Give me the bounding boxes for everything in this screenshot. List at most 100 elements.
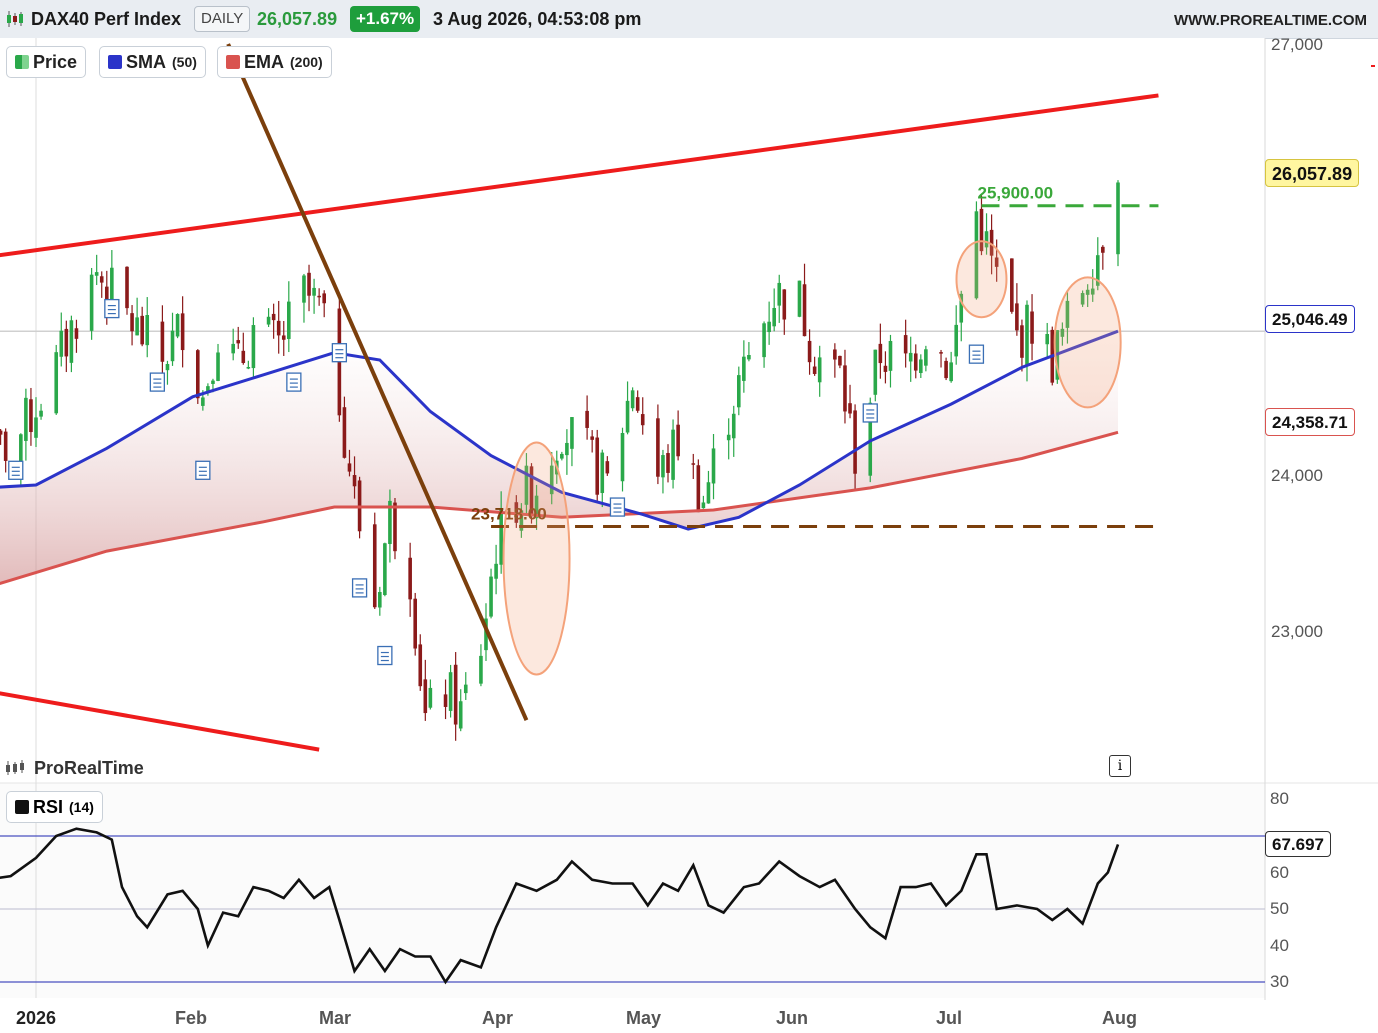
candle-body (271, 313, 276, 321)
news-icon (104, 298, 120, 319)
highlight-ellipse (1053, 276, 1122, 409)
legend-sma[interactable]: SMA (50) (99, 46, 206, 78)
legend-ema-param: (200) (290, 54, 323, 70)
candle-body (585, 410, 589, 428)
legend-rsi-label: RSI (33, 796, 64, 817)
rsi-tick: 30 (1270, 972, 1289, 991)
news-icon (862, 403, 878, 423)
news-icon (351, 578, 368, 598)
candle-body (656, 418, 660, 477)
candle-body (848, 403, 852, 414)
news-icon (195, 460, 211, 480)
candle-body (69, 320, 74, 363)
news-icon (286, 372, 302, 392)
candle-body (878, 343, 883, 364)
candle-body (458, 701, 463, 729)
candle-body (408, 557, 412, 600)
candle-body (236, 340, 241, 344)
legend-rsi-param: (14) (69, 799, 94, 815)
highlight-ellipse (502, 441, 571, 676)
candle-body (322, 293, 326, 304)
candle-body (605, 461, 610, 474)
candle-body (453, 664, 458, 725)
candle-body (347, 463, 352, 472)
candle-body (640, 414, 645, 426)
candle-body (802, 284, 807, 337)
news-icon (609, 497, 626, 517)
candle-body (1030, 311, 1034, 344)
candle-body (281, 335, 286, 340)
candle-body (246, 367, 251, 369)
candle-body (448, 672, 453, 711)
candle-body (170, 330, 175, 362)
candle-body (231, 343, 235, 354)
legend-price-label: Price (33, 51, 78, 72)
candle-body (666, 453, 670, 473)
candle-body (671, 429, 675, 480)
x-tick: Jun (776, 1008, 809, 1028)
candle-body (372, 524, 377, 608)
candle-body (731, 413, 736, 439)
candle-body (59, 330, 64, 357)
sma-value-label: 25,046.49 (1265, 305, 1355, 333)
candle-body (817, 357, 822, 383)
candle-body (3, 431, 8, 461)
y-tick: 24,000 (1271, 466, 1323, 485)
candle-body (635, 397, 640, 411)
price-chart[interactable]: 25,900.0023,718.00 (0, 0, 1378, 1033)
candle-body (489, 576, 493, 617)
candle-body (1045, 333, 1050, 345)
legend-ema[interactable]: EMA (200) (217, 46, 332, 78)
candle-body (726, 434, 731, 441)
candle-body (1116, 182, 1120, 255)
y-tick: 27,000 (1271, 35, 1323, 54)
candle-body (590, 436, 594, 440)
candle-body (428, 687, 433, 708)
candle-body (140, 315, 144, 345)
candle-body (560, 453, 564, 459)
candle-body (135, 317, 139, 336)
legend-sma-param: (50) (172, 54, 197, 70)
candle-body (110, 267, 114, 300)
candle-body (625, 400, 630, 433)
candle-body (661, 455, 665, 478)
candle-body (843, 365, 847, 412)
candle-body (1101, 246, 1105, 253)
candle-body (99, 276, 104, 283)
candle-body (39, 410, 43, 417)
ema-value-label: 24,358.71 (1265, 408, 1355, 436)
candle-body (383, 543, 387, 596)
candle-body (883, 365, 888, 372)
rsi-panel-bg (0, 783, 1265, 998)
candle-body (201, 397, 205, 406)
candle-body (34, 417, 38, 438)
candle-body (312, 287, 316, 296)
x-tick: 2026 (16, 1008, 57, 1028)
news-icon (149, 372, 165, 392)
candle-body (736, 375, 741, 408)
candle-body (413, 598, 418, 649)
candle-body (691, 463, 696, 465)
candle-body (211, 380, 215, 384)
legend-rsi[interactable]: RSI (14) (6, 791, 103, 823)
candle-body (620, 432, 625, 482)
candle-body (676, 424, 680, 457)
candle-body (595, 437, 600, 495)
news-icon (377, 645, 393, 666)
candle-body (762, 323, 766, 358)
candle-body (54, 352, 59, 414)
candle-body (767, 321, 771, 333)
candle-body (797, 280, 802, 317)
candle-body (145, 315, 150, 346)
candle-body (630, 390, 635, 409)
candle-body (913, 353, 918, 371)
candle-body (954, 324, 959, 357)
candle-body (125, 266, 129, 309)
rsi-tick: 50 (1270, 899, 1289, 918)
candlestick-icon (6, 760, 24, 775)
info-icon[interactable]: i (1109, 755, 1131, 777)
candle-body (393, 502, 397, 552)
candle-body (919, 359, 923, 374)
candle-body (24, 397, 28, 441)
legend-price[interactable]: Price (6, 46, 87, 78)
